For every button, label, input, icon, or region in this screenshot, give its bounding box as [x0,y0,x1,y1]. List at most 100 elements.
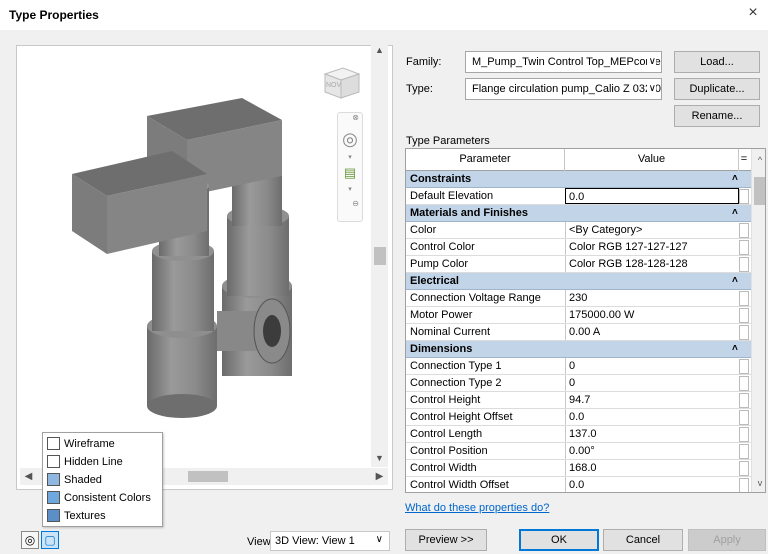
chevron-down-icon: ∨ [375,534,383,545]
steering-wheel-icon[interactable]: ◎ [338,129,362,150]
parameter-value[interactable]: 0.00 A [565,324,739,340]
formula-cell[interactable] [739,410,749,425]
value-column-header[interactable]: Value [565,149,739,171]
preview-vertical-scrollbar[interactable]: ▲ ▼ [371,42,388,467]
parameter-value[interactable]: 0 [565,358,739,374]
scroll-right-icon[interactable]: ▶ [371,468,388,485]
collapse-icon[interactable]: ˄ [732,173,738,184]
scroll-thumb[interactable] [188,471,228,482]
type-select[interactable]: Flange circulation pump_Calio Z 032-080 … [465,78,662,100]
table-row[interactable]: Control Position 0.00° [406,443,751,460]
parameter-value[interactable]: 94.7 [565,392,739,408]
preview-button[interactable]: Preview >> [405,529,487,551]
view-select[interactable]: 3D View: View 1 ∨ [270,531,390,551]
group-header[interactable]: Constraints ˄ [406,171,751,188]
parameter-column-header[interactable]: Parameter [406,149,565,171]
parameter-value[interactable]: Color RGB 127-127-127 [565,239,739,255]
chevron-down-icon[interactable]: ▾ [338,153,362,161]
rename-button[interactable]: Rename... [674,105,760,127]
formula-cell[interactable] [739,393,749,408]
parameter-value[interactable]: <By Category> [565,222,739,238]
duplicate-button[interactable]: Duplicate... [674,78,760,100]
scroll-up-icon[interactable]: ▲ [371,42,388,59]
formula-cell[interactable] [739,427,749,442]
formula-cell[interactable] [739,461,749,476]
collapse-icon[interactable]: ˄ [732,343,738,354]
formula-cell[interactable] [739,478,749,492]
scroll-thumb[interactable] [374,247,386,265]
pump-3d-model [72,98,292,418]
collapse-icon[interactable]: ˄ [732,207,738,218]
formula-cell[interactable] [739,223,749,238]
table-row[interactable]: Control Color Color RGB 127-127-127 [406,239,751,256]
table-row[interactable]: Control Width 168.0 [406,460,751,477]
formula-cell[interactable] [739,325,749,340]
table-row[interactable]: Pump Color Color RGB 128-128-128 [406,256,751,273]
grid-vertical-scrollbar[interactable]: ^ v [751,149,765,492]
table-row[interactable]: Control Width Offset 0.0 [406,477,751,492]
family-select[interactable]: M_Pump_Twin Control Top_MEPcontent ∨ [465,51,662,73]
group-header[interactable]: Materials and Finishes ˄ [406,205,751,222]
formula-cell[interactable] [739,240,749,255]
options-icon[interactable]: ⊖ [338,199,362,208]
parameter-value[interactable]: 0.0 [565,409,739,425]
formula-cell[interactable] [739,189,749,204]
formula-cell[interactable] [739,444,749,459]
group-header[interactable]: Electrical ˄ [406,273,751,290]
formula-cell[interactable] [739,359,749,374]
scroll-left-icon[interactable]: ◀ [20,468,37,485]
parameter-value[interactable]: 230 [565,290,739,306]
formula-column-header[interactable]: = [739,149,749,171]
formula-cell[interactable] [739,376,749,391]
table-row[interactable]: Nominal Current 0.00 A [406,324,751,341]
type-parameters-grid[interactable]: Parameter Value = Constraints ˄ Default El… [405,148,766,493]
chevron-down-icon: ∨ [646,83,656,94]
table-row[interactable]: Default Elevation 0.0 [406,188,751,205]
parameter-value[interactable]: 0.0 [565,477,739,492]
group-header[interactable]: Dimensions ˄ [406,341,751,358]
visual-style-button-icon[interactable]: ▢ [41,531,59,549]
close-icon[interactable]: ⊗ [338,113,362,122]
grid-header: Parameter Value = [406,149,765,171]
table-row[interactable]: Color <By Category> [406,222,751,239]
navigation-bar[interactable]: ⊗ ◎ ▾ ▤ ▾ ⊖ [337,112,363,222]
help-link[interactable]: What do these properties do? [405,502,549,514]
cancel-button[interactable]: Cancel [603,529,683,551]
load-button[interactable]: Load... [674,51,760,73]
scroll-up-icon[interactable]: ^ [752,152,765,168]
preview-panel[interactable]: NOV ⊗ ◎ ▾ ▤ ▾ ⊖ [16,45,393,490]
table-row[interactable]: Control Height 94.7 [406,392,751,409]
table-row[interactable]: Connection Voltage Range 230 [406,290,751,307]
scroll-down-icon[interactable]: ▼ [371,450,388,467]
menu-item-consistent-colors[interactable]: Consistent Colors [47,489,151,506]
table-row[interactable]: Motor Power 175000.00 W [406,307,751,324]
parameter-value[interactable]: 0.0 [565,188,739,204]
chevron-down-icon[interactable]: ▾ [338,185,362,193]
menu-item-shaded[interactable]: Shaded [47,471,102,488]
ok-button[interactable]: OK [519,529,599,551]
formula-cell[interactable] [739,291,749,306]
formula-cell[interactable] [739,257,749,272]
close-icon[interactable]: × [744,4,762,22]
parameter-value[interactable]: Color RGB 128-128-128 [565,256,739,272]
parameter-value[interactable]: 0.00° [565,443,739,459]
table-row[interactable]: Connection Type 2 0 [406,375,751,392]
parameter-value[interactable]: 0 [565,375,739,391]
scroll-thumb[interactable] [754,177,765,205]
family-label: Family: [406,56,442,68]
table-row[interactable]: Control Height Offset 0.0 [406,409,751,426]
collapse-icon[interactable]: ˄ [732,275,738,286]
viewcube[interactable]: NOV [319,60,363,102]
parameter-value[interactable]: 137.0 [565,426,739,442]
parameter-value[interactable]: 168.0 [565,460,739,476]
parameter-value[interactable]: 175000.00 W [565,307,739,323]
zoom-icon[interactable]: ▤ [338,165,362,181]
menu-item-textures[interactable]: Textures [47,507,106,524]
menu-item-hidden-line[interactable]: Hidden Line [47,453,123,470]
menu-item-wireframe[interactable]: Wireframe [47,435,115,452]
visual-style-preview-icon[interactable]: ◎ [21,531,39,549]
table-row[interactable]: Connection Type 1 0 [406,358,751,375]
formula-cell[interactable] [739,308,749,323]
scroll-down-icon[interactable]: v [752,475,765,491]
table-row[interactable]: Control Length 137.0 [406,426,751,443]
